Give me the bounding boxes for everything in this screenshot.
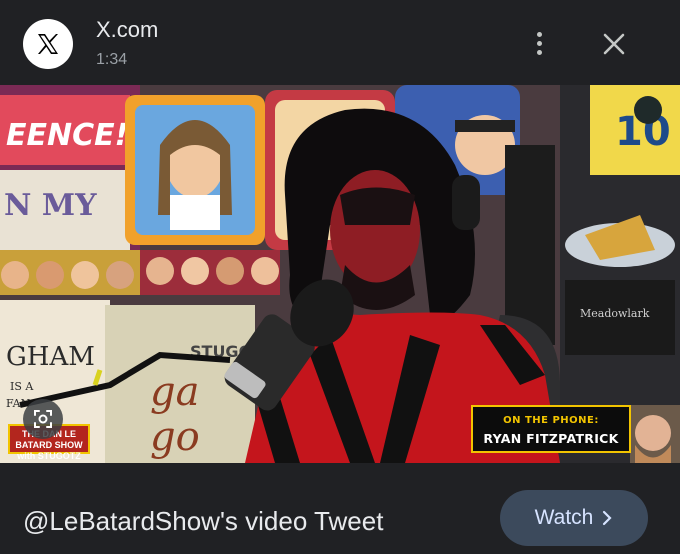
video-caption: @LeBatardShow's video Tweet bbox=[23, 506, 384, 536]
more-vert-icon[interactable] bbox=[524, 28, 554, 58]
watch-button-label: Watch bbox=[534, 506, 594, 529]
watch-button[interactable]: Watch bbox=[500, 490, 648, 546]
x-logo-icon bbox=[23, 19, 73, 69]
svg-text:N MY: N MY bbox=[4, 188, 97, 223]
chevron-right-icon bbox=[603, 510, 612, 526]
notification-header: X.com 1:34 bbox=[0, 0, 680, 85]
svg-text:EENCE!: EENCE! bbox=[6, 118, 128, 153]
lower-third-banner: ON THE PHONE: RYAN FITZPATRICK bbox=[471, 405, 631, 453]
app-title: X.com bbox=[96, 17, 159, 42]
svg-text:go: go bbox=[150, 414, 200, 460]
timestamp: 1:34 bbox=[96, 51, 128, 68]
svg-text:Meadowlark: Meadowlark bbox=[580, 307, 650, 320]
lens-search-icon[interactable] bbox=[23, 399, 63, 439]
lower-third-label: ON THE PHONE: bbox=[503, 415, 599, 426]
lower-third-name: RYAN FITZPATRICK bbox=[483, 431, 619, 446]
svg-text:IS A: IS A bbox=[10, 380, 34, 393]
svg-text:ga: ga bbox=[150, 369, 199, 415]
svg-text:GHAM: GHAM bbox=[6, 342, 95, 372]
close-icon[interactable] bbox=[598, 28, 630, 60]
video-player[interactable]: EENCE! N MY GHAM IS A FAN ga go STUGOTZ … bbox=[0, 85, 680, 463]
